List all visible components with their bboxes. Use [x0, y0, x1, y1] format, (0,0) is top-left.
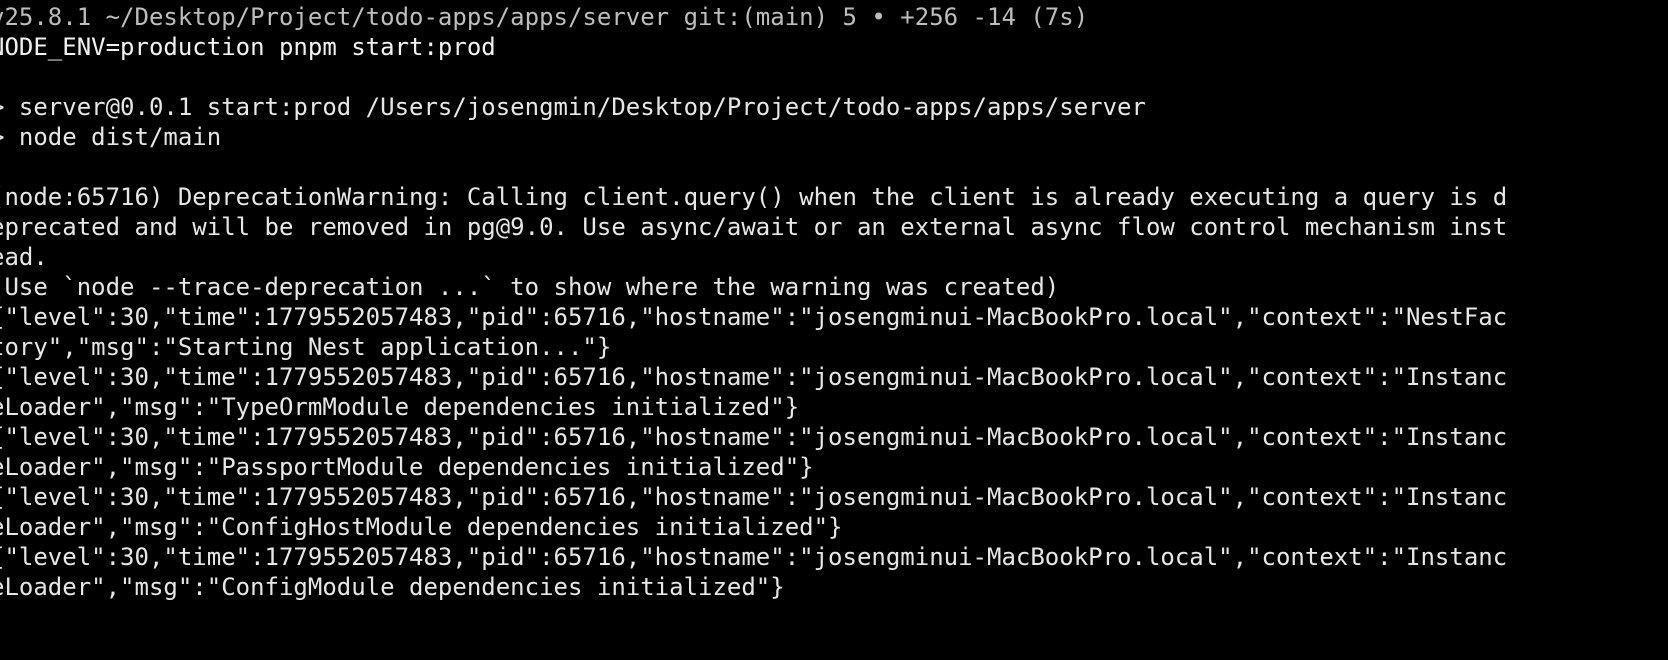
command-line[interactable]: NODE_ENV=production pnpm start:prod — [0, 32, 1668, 62]
output-line: eLoader","msg":"TypeOrmModule dependenci… — [0, 393, 800, 421]
output-line: > server@0.0.1 start:prod /Users/josengm… — [0, 93, 1146, 121]
shell-prompt: v25.8.1 ~/Desktop/Project/todo-apps/apps… — [0, 3, 1089, 31]
output-line: tory","msg":"Starting Nest application..… — [0, 333, 612, 361]
output-line: (node:65716) DeprecationWarning: Calling… — [0, 183, 1508, 211]
terminal-window[interactable]: v25.8.1 ~/Desktop/Project/todo-apps/apps… — [0, 0, 1668, 660]
output-line: {"level":30,"time":1779552057483,"pid":6… — [0, 303, 1508, 331]
output-line: {"level":30,"time":1779552057483,"pid":6… — [0, 423, 1508, 451]
output-line: eLoader","msg":"PassportModule dependenc… — [0, 453, 814, 481]
output-line: {"level":30,"time":1779552057483,"pid":6… — [0, 483, 1508, 511]
output-line: ead. — [0, 243, 48, 271]
output-line: (Use `node --trace-deprecation ...` to s… — [0, 273, 1060, 301]
output-line: eLoader","msg":"ConfigModule dependencie… — [0, 573, 785, 601]
output-line: {"level":30,"time":1779552057483,"pid":6… — [0, 543, 1508, 571]
terminal-output: v25.8.1 ~/Desktop/Project/todo-apps/apps… — [0, 2, 1668, 602]
output-line: eprecated and will be removed in pg@9.0.… — [0, 213, 1508, 241]
output-line: eLoader","msg":"ConfigHostModule depende… — [0, 513, 843, 541]
output-line: {"level":30,"time":1779552057483,"pid":6… — [0, 363, 1508, 391]
output-line: > node dist/main — [0, 123, 222, 151]
